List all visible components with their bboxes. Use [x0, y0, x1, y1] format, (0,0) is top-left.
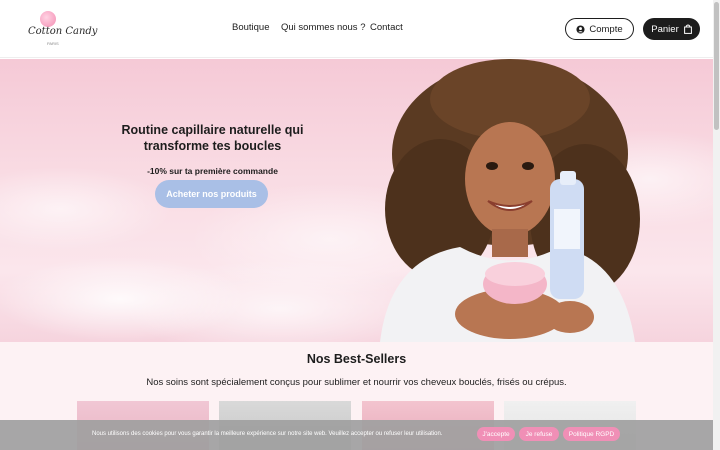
cart-button[interactable]: Panier: [643, 18, 700, 40]
cart-label: Panier: [651, 23, 679, 35]
page-scrollbar[interactable]: [713, 0, 720, 450]
hero-title: Routine capillaire naturelle qui transfo…: [110, 122, 315, 154]
cotton-candy-logo-icon: [40, 11, 56, 27]
cookie-policy-button[interactable]: Politique RGPD: [563, 427, 620, 441]
bestsellers-title: Nos Best-Sellers: [306, 352, 407, 366]
logo-text: Cotton Candy: [28, 26, 98, 37]
hero-model-image: [380, 59, 640, 342]
account-button[interactable]: Compte: [565, 18, 634, 40]
cookie-accept-button[interactable]: J'accepte: [477, 427, 515, 441]
logo-subtext: PARIS: [47, 41, 59, 46]
nav-qui-sommes-nous[interactable]: Qui sommes nous ?: [281, 22, 365, 33]
shopping-bag-icon: [683, 24, 692, 34]
site-header: Cotton Candy PARIS Boutique Qui sommes n…: [0, 0, 713, 58]
scrollbar-thumb[interactable]: [714, 2, 719, 130]
hero-title-line2: transforme tes boucles: [143, 139, 282, 153]
bestsellers-description: Nos soins sont spécialement conçus pour …: [146, 377, 567, 388]
logo[interactable]: Cotton Candy PARIS: [22, 11, 97, 47]
account-label: Compte: [589, 23, 623, 35]
hero-offer: -10% sur ta première commande: [147, 166, 278, 176]
nav-boutique[interactable]: Boutique: [232, 22, 270, 33]
shop-products-button[interactable]: Acheter nos produits: [155, 180, 268, 208]
cookie-text: Nous utilisons des cookies pour vous gar…: [92, 431, 443, 437]
cookie-banner: Nous utilisons des cookies pour vous gar…: [0, 420, 713, 450]
hero-banner: Routine capillaire naturelle qui transfo…: [0, 59, 713, 342]
hero-title-line1: Routine capillaire naturelle qui: [121, 123, 304, 137]
user-icon: [576, 24, 585, 34]
nav-contact[interactable]: Contact: [370, 22, 403, 33]
cookie-refuse-button[interactable]: Je refuse: [519, 427, 559, 441]
